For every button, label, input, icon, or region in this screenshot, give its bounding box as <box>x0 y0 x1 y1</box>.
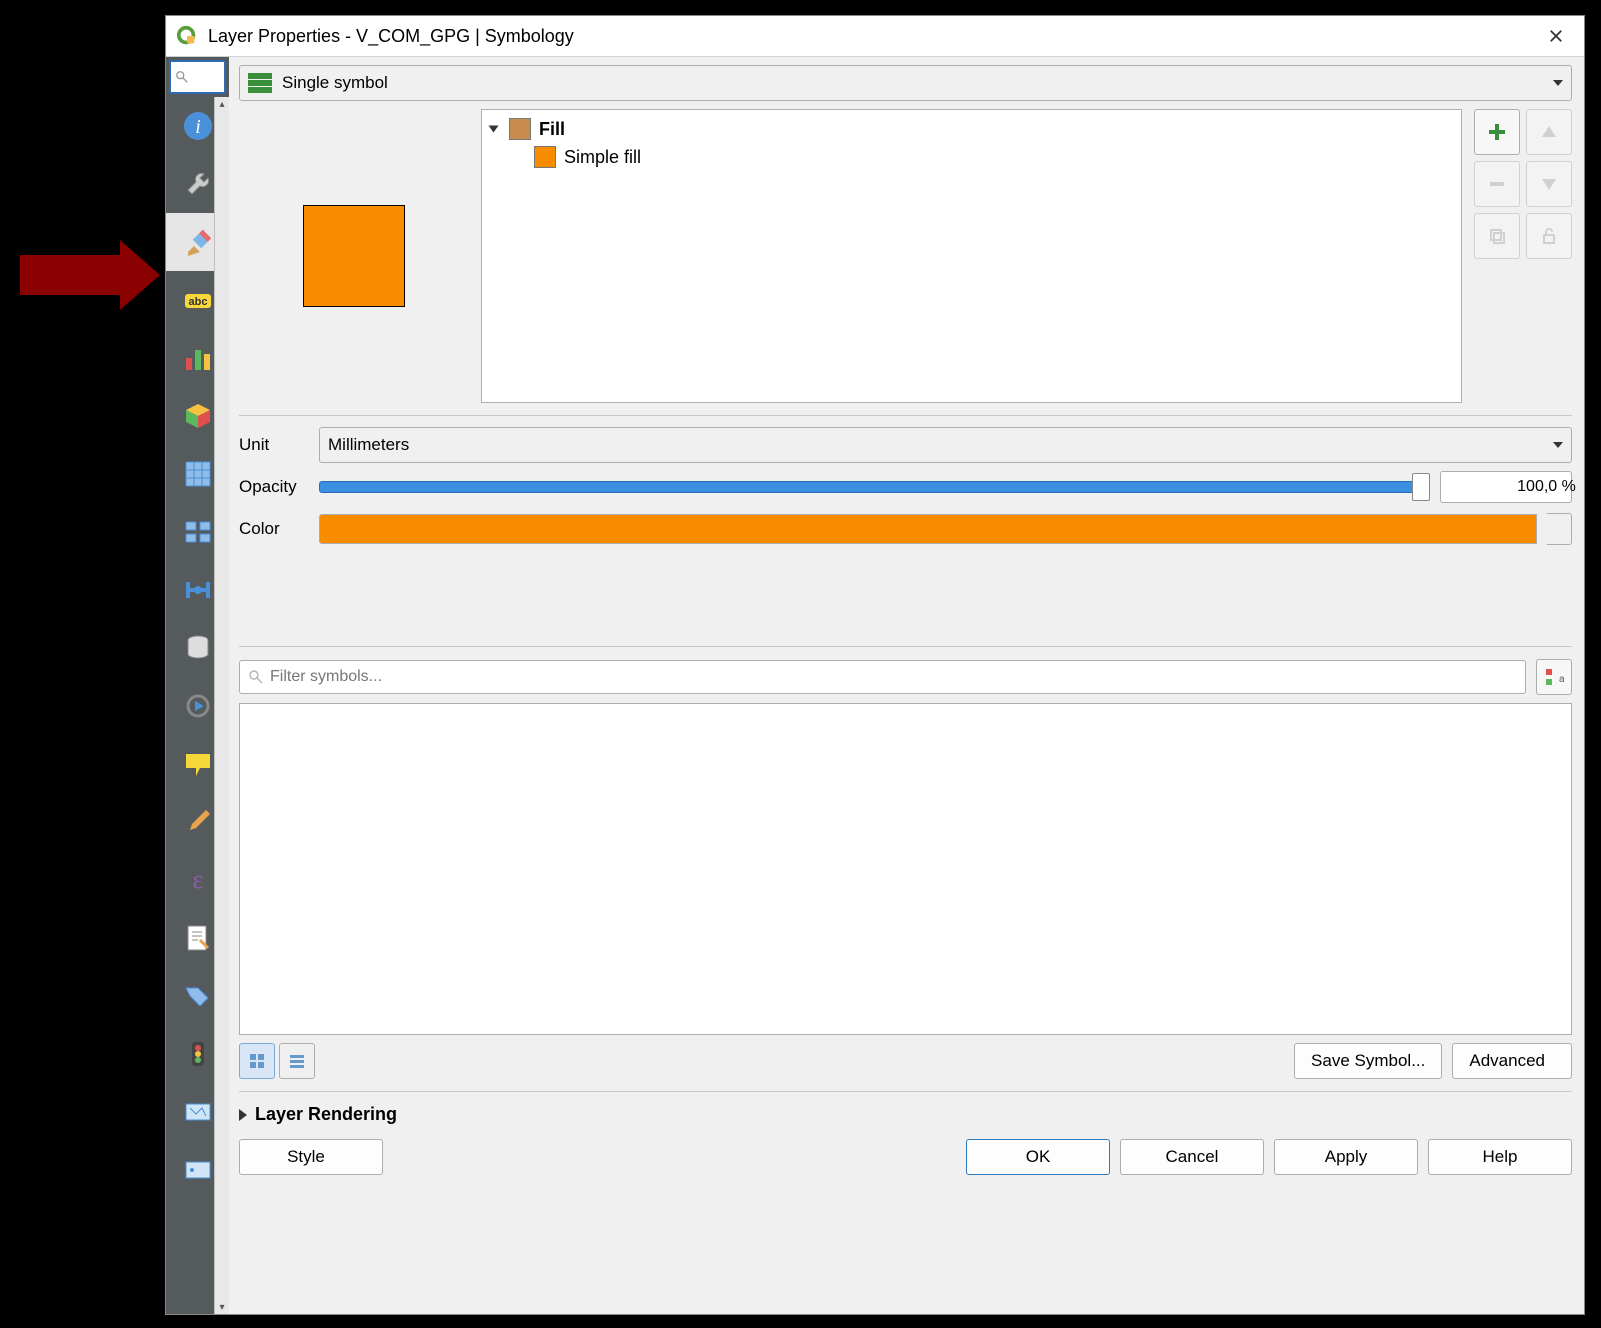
list-icon <box>288 1052 306 1070</box>
ok-button[interactable]: OK <box>966 1139 1110 1175</box>
duplicate-layer-button[interactable] <box>1474 213 1520 259</box>
grid-icon <box>248 1052 266 1070</box>
scroll-up-icon[interactable]: ▴ <box>215 97 229 111</box>
info-icon: i <box>182 110 214 142</box>
expand-icon[interactable] <box>489 126 499 133</box>
stoplight-icon <box>182 1038 214 1070</box>
advanced-button[interactable]: Advanced <box>1452 1043 1572 1079</box>
help-button[interactable]: Help <box>1428 1139 1572 1175</box>
symbol-preview-swatch <box>303 205 405 307</box>
gear-play-icon <box>182 690 214 722</box>
duplicate-icon <box>1488 227 1506 245</box>
sidebar-search[interactable] <box>169 60 226 94</box>
unit-value: Millimeters <box>328 435 409 455</box>
opacity-slider[interactable] <box>319 474 1430 500</box>
svg-text:abc: abc <box>188 296 207 308</box>
simple-fill-swatch-icon <box>534 146 556 168</box>
cube-icon <box>182 400 214 432</box>
separator <box>239 646 1572 647</box>
label-icon: abc <box>182 284 214 316</box>
color-label: Color <box>239 519 309 539</box>
lock-layer-button[interactable] <box>1526 213 1572 259</box>
chevron-down-icon <box>1553 442 1563 448</box>
titlebar: Layer Properties - V_COM_GPG | Symbology <box>166 16 1584 57</box>
unit-combo[interactable]: Millimeters <box>319 427 1572 463</box>
gallery-view-toggle <box>239 1043 315 1079</box>
document-edit-icon <box>182 922 214 954</box>
database-icon <box>182 632 214 664</box>
chart-icon <box>182 342 214 374</box>
tags-icon <box>182 980 214 1012</box>
collapse-icon <box>239 1109 247 1121</box>
wrench-icon <box>182 168 214 200</box>
sidebar-scrollbar[interactable]: ▴ ▾ <box>214 97 229 1314</box>
paintbrush-icon <box>182 226 214 258</box>
cancel-button[interactable]: Cancel <box>1120 1139 1264 1175</box>
brush-icon <box>182 806 214 838</box>
triangle-down-icon <box>1540 175 1558 193</box>
single-symbol-icon <box>248 73 272 93</box>
layer-rendering-header[interactable]: Layer Rendering <box>239 1104 1572 1125</box>
move-layer-up-button[interactable] <box>1526 109 1572 155</box>
icon-view-button[interactable] <box>239 1043 275 1079</box>
form-icon <box>182 516 214 548</box>
svg-text:a: a <box>1559 674 1564 685</box>
symbol-layer-tree[interactable]: Fill Simple fill <box>481 109 1462 403</box>
symbol-filter-placeholder: Filter symbols... <box>270 668 1517 686</box>
separator <box>239 415 1572 416</box>
search-icon <box>248 669 264 685</box>
chevron-down-icon <box>1553 80 1563 86</box>
minus-icon <box>1488 175 1506 193</box>
svg-text:ε: ε <box>192 865 203 894</box>
tooltip-icon <box>182 748 214 780</box>
lock-icon <box>1540 227 1558 245</box>
remove-symbol-layer-button[interactable] <box>1474 161 1520 207</box>
svg-text:i: i <box>195 116 201 138</box>
renderer-type-combo[interactable]: Single symbol <box>239 65 1572 101</box>
symbol-filter-combo[interactable]: Filter symbols... <box>239 660 1526 694</box>
window-close-button[interactable] <box>1534 20 1578 52</box>
apply-button[interactable]: Apply <box>1274 1139 1418 1175</box>
style-manager-icon: a <box>1544 667 1564 687</box>
search-icon <box>175 70 189 84</box>
server-icon <box>182 1154 214 1186</box>
renderer-type-value: Single symbol <box>282 73 388 93</box>
color-dropdown-button[interactable] <box>1547 513 1572 545</box>
dialog-title: Layer Properties - V_COM_GPG | Symbology <box>208 26 1534 47</box>
save-symbol-button[interactable]: Save Symbol... <box>1294 1043 1442 1079</box>
category-sidebar: i abc <box>166 57 229 1314</box>
symbol-preview <box>239 109 469 403</box>
table-icon <box>182 458 214 490</box>
symbol-gallery[interactable] <box>239 703 1572 1035</box>
map-legend-icon <box>182 1096 214 1128</box>
tree-child-label: Simple fill <box>564 147 641 168</box>
move-layer-down-button[interactable] <box>1526 161 1572 207</box>
opacity-label: Opacity <box>239 477 309 497</box>
plus-icon <box>1487 122 1507 142</box>
style-menu-button[interactable]: Style <box>239 1139 383 1175</box>
list-view-button[interactable] <box>279 1043 315 1079</box>
layer-properties-dialog: Layer Properties - V_COM_GPG | Symbology… <box>165 15 1585 1315</box>
style-manager-button[interactable]: a <box>1536 659 1572 695</box>
epsilon-icon: ε <box>182 864 214 896</box>
dialog-button-box: Style OK Cancel Apply Help <box>239 1139 1572 1175</box>
tree-root-label: Fill <box>539 119 565 140</box>
qgis-logo-icon <box>176 25 198 47</box>
main-panel: Single symbol Fill Simple <box>229 57 1584 1314</box>
callout-arrow <box>20 240 160 310</box>
symbol-layer-toolbar <box>1474 109 1572 403</box>
scroll-down-icon[interactable]: ▾ <box>215 1300 229 1314</box>
triangle-up-icon <box>1540 123 1558 141</box>
join-icon <box>182 574 214 606</box>
unit-label: Unit <box>239 435 309 455</box>
add-symbol-layer-button[interactable] <box>1474 109 1520 155</box>
opacity-value[interactable] <box>1441 472 1601 502</box>
separator <box>239 1091 1572 1092</box>
fill-swatch-icon <box>509 118 531 140</box>
color-swatch-button[interactable] <box>319 514 1537 544</box>
opacity-spinbox[interactable]: ▴▾ <box>1440 471 1572 503</box>
